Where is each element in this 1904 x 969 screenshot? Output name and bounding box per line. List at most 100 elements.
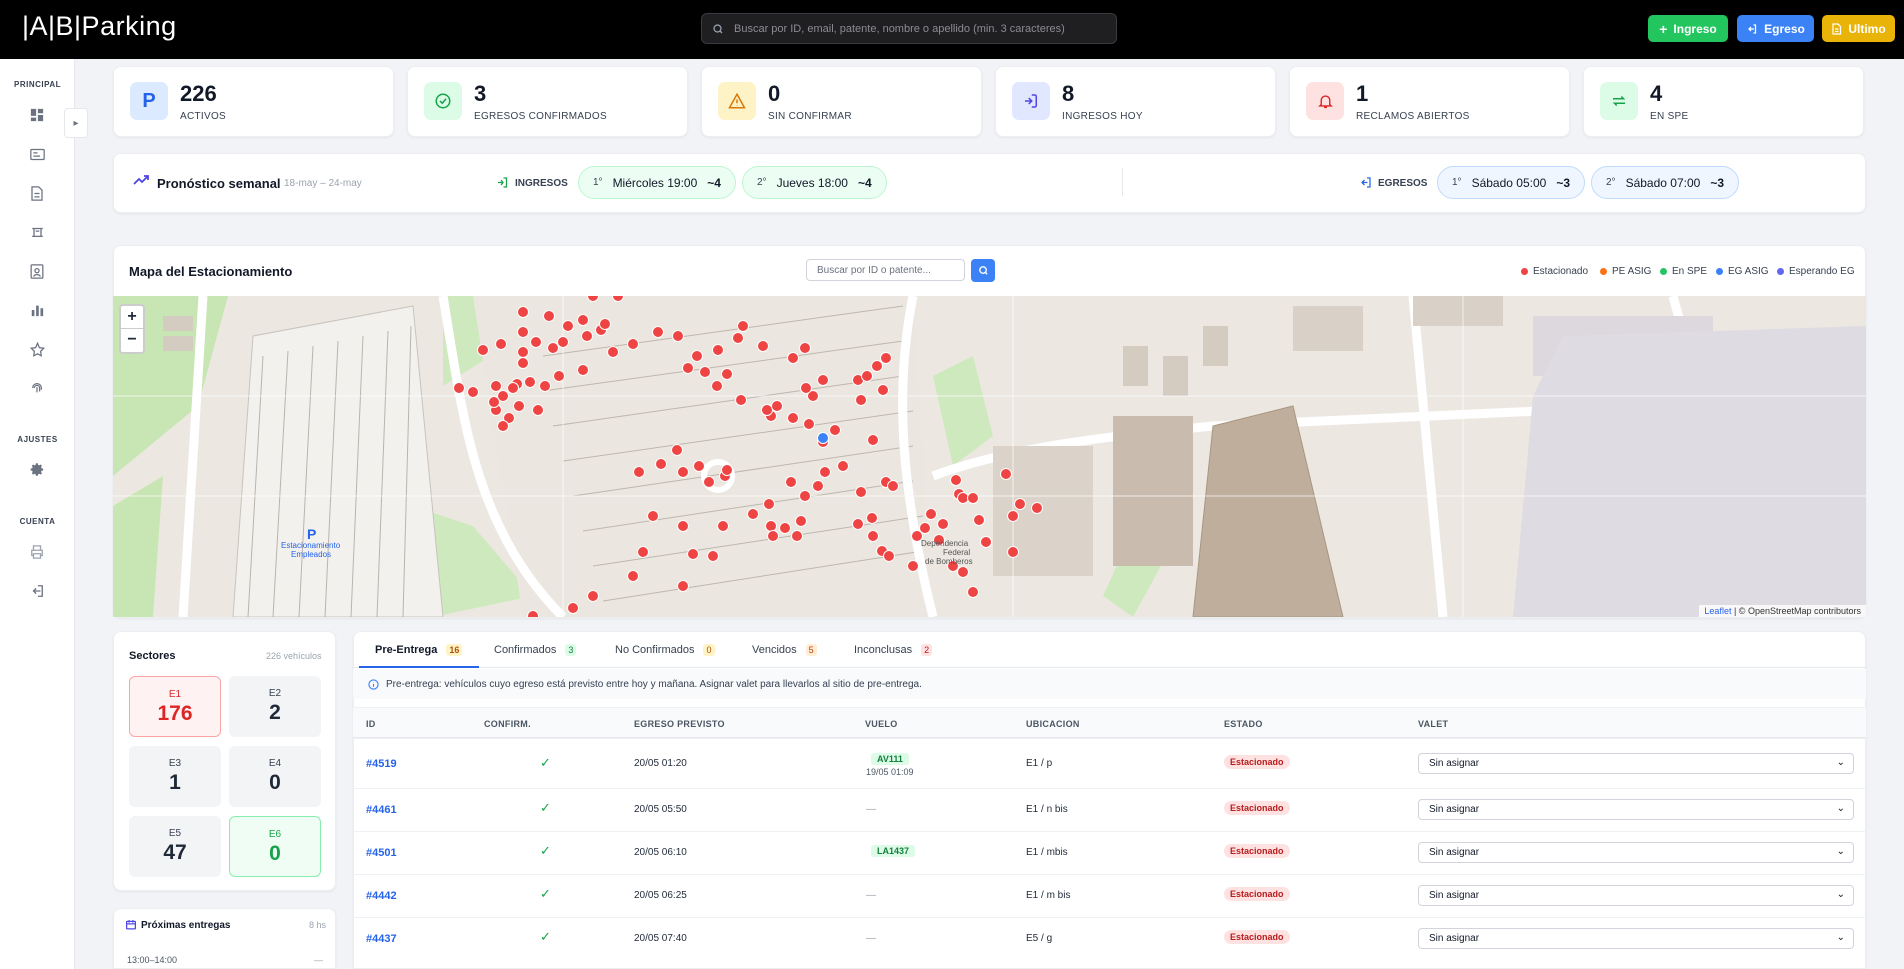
vehicle-marker-parked[interactable] [524,376,536,388]
vehicle-marker-parked[interactable] [699,366,711,378]
vehicle-marker-parked[interactable] [767,530,779,542]
vehicle-marker-parked[interactable] [712,344,724,356]
vehicle-marker-parked[interactable] [887,480,899,492]
ultimo-button[interactable]: Ultimo [1822,15,1895,42]
vehicle-marker-parked[interactable] [547,342,559,354]
vehicle-marker-parked[interactable] [795,515,807,527]
vehicle-marker-parked[interactable] [799,490,811,502]
vehicle-marker-parked[interactable] [771,400,783,412]
vehicle-marker-parked[interactable] [737,320,749,332]
vehicle-marker-parked[interactable] [517,346,529,358]
parking-map[interactable]: P Estacionamiento Empleados Dependencia … [113,296,1866,617]
vehicle-marker-parked[interactable] [703,476,715,488]
vehicle-marker-parked[interactable] [707,550,719,562]
table-row[interactable]: #4442 ✓ 20/05 06:25 — E1 / m bis Estacio… [353,874,1866,917]
vehicle-marker-parked[interactable] [761,404,773,416]
map-search-input[interactable]: Buscar por ID o patente... [806,259,965,281]
valet-select[interactable]: Sin asignar ⌄ [1418,885,1854,906]
col-valet[interactable]: VALET [1418,719,1448,729]
table-row[interactable]: #4461 ✓ 20/05 05:50 — E1 / n bis Estacio… [353,788,1866,831]
vehicle-marker-parked[interactable] [530,336,542,348]
vehicle-marker-parked[interactable] [950,474,962,486]
vehicle-marker-parked[interactable] [682,362,694,374]
sector-e6[interactable]: E6 0 [229,816,321,877]
col-egreso[interactable]: EGRESO PREVISTO [634,719,725,729]
vehicle-marker-parked[interactable] [937,518,949,530]
vehicle-marker-parked[interactable] [817,374,829,386]
vehicle-marker-parked[interactable] [633,466,645,478]
tab-no-confirmados[interactable]: No Confirmados 0 [615,644,715,656]
vehicle-marker-parked[interactable] [717,520,729,532]
vehicle-marker-parked[interactable] [453,382,465,394]
vehicle-marker-parked[interactable] [467,386,479,398]
sidebar-toggle-button[interactable]: ▸ [64,108,88,138]
vehicle-marker-parked[interactable] [612,296,624,302]
settings-icon[interactable] [28,460,46,478]
vehicle-marker-parked[interactable] [1031,502,1043,514]
vehicle-marker-parked[interactable] [587,296,599,302]
valet-select[interactable]: Sin asignar ⌄ [1418,799,1854,820]
vehicle-marker-parked[interactable] [871,360,883,372]
vehicle-marker-parked[interactable] [763,498,775,510]
vehicle-marker-parked[interactable] [867,434,879,446]
col-estado[interactable]: ESTADO [1224,719,1263,729]
vehicle-marker-parked[interactable] [883,550,895,562]
vehicle-marker-parked[interactable] [837,460,849,472]
vehicle-marker-parked[interactable] [907,560,919,572]
vehicle-marker-parked[interactable] [490,380,502,392]
row-id-link[interactable]: #4461 [366,804,397,816]
vehicle-marker-parked[interactable] [517,326,529,338]
vehicle-marker-parked[interactable] [779,522,791,534]
vehicle-marker-parked[interactable] [507,382,519,394]
row-id-link[interactable]: #4519 [366,758,397,770]
vehicle-marker-parked[interactable] [957,566,969,578]
vehicle-marker-parked[interactable] [532,404,544,416]
vehicle-marker-parked[interactable] [721,464,733,476]
vehicle-marker-parked[interactable] [919,522,931,534]
valet-select[interactable]: Sin asignar ⌄ [1418,753,1854,774]
vehicle-marker-parked[interactable] [562,320,574,332]
vehicle-marker-parked[interactable] [647,510,659,522]
vehicle-marker-parked[interactable] [980,536,992,548]
vehicle-marker-parked[interactable] [527,610,539,618]
vehicle-marker-parked[interactable] [765,520,777,532]
vehicle-marker-parked[interactable] [866,512,878,524]
vehicle-marker-parked[interactable] [1007,510,1019,522]
vehicle-marker-parked[interactable] [803,418,815,430]
table-row[interactable]: #4501 ✓ 20/05 06:10 LA1437 E1 / mbis Est… [353,831,1866,874]
col-confirm[interactable]: CONFIRM. [484,719,531,729]
vehicle-marker-parked[interactable] [812,480,824,492]
star-icon[interactable] [28,340,46,358]
id-card-icon[interactable] [28,145,46,163]
valet-select[interactable]: Sin asignar ⌄ [1418,842,1854,863]
vehicle-marker-parked[interactable] [867,530,879,542]
vehicle-marker-parked[interactable] [967,492,979,504]
vehicle-marker-parked[interactable] [677,520,689,532]
printer-icon[interactable] [28,543,46,561]
col-ubicacion[interactable]: UBICACION [1026,719,1080,729]
map-search-button[interactable] [971,259,995,282]
vehicle-marker-parked[interactable] [587,590,599,602]
vehicle-marker-parked[interactable] [677,466,689,478]
vehicle-marker-parked[interactable] [785,476,797,488]
vehicle-marker-parked[interactable] [693,460,705,472]
vehicle-marker-parked[interactable] [732,332,744,344]
vehicle-marker-parked[interactable] [513,400,525,412]
vehicle-marker-parked[interactable] [627,338,639,350]
vehicle-marker-parked[interactable] [819,466,831,478]
col-vuelo[interactable]: VUELO [865,719,898,729]
vehicle-marker-parked[interactable] [799,342,811,354]
vehicle-marker-parked[interactable] [925,508,937,520]
vehicle-marker-parked[interactable] [747,508,759,520]
vehicle-marker-parked[interactable] [599,318,611,330]
tab-pre-entrega[interactable]: Pre-Entrega 16 [375,644,463,656]
vehicle-marker-parked[interactable] [517,357,529,369]
col-id[interactable]: ID [366,719,376,729]
valet-icon[interactable] [28,223,46,241]
vehicle-marker-parked[interactable] [1014,498,1026,510]
vehicle-marker-parked[interactable] [1000,468,1012,480]
vehicle-marker-parked[interactable] [967,586,979,598]
fingerprint-icon[interactable] [28,379,46,397]
row-id-link[interactable]: #4442 [366,890,397,902]
vehicle-marker-parked[interactable] [861,370,873,382]
